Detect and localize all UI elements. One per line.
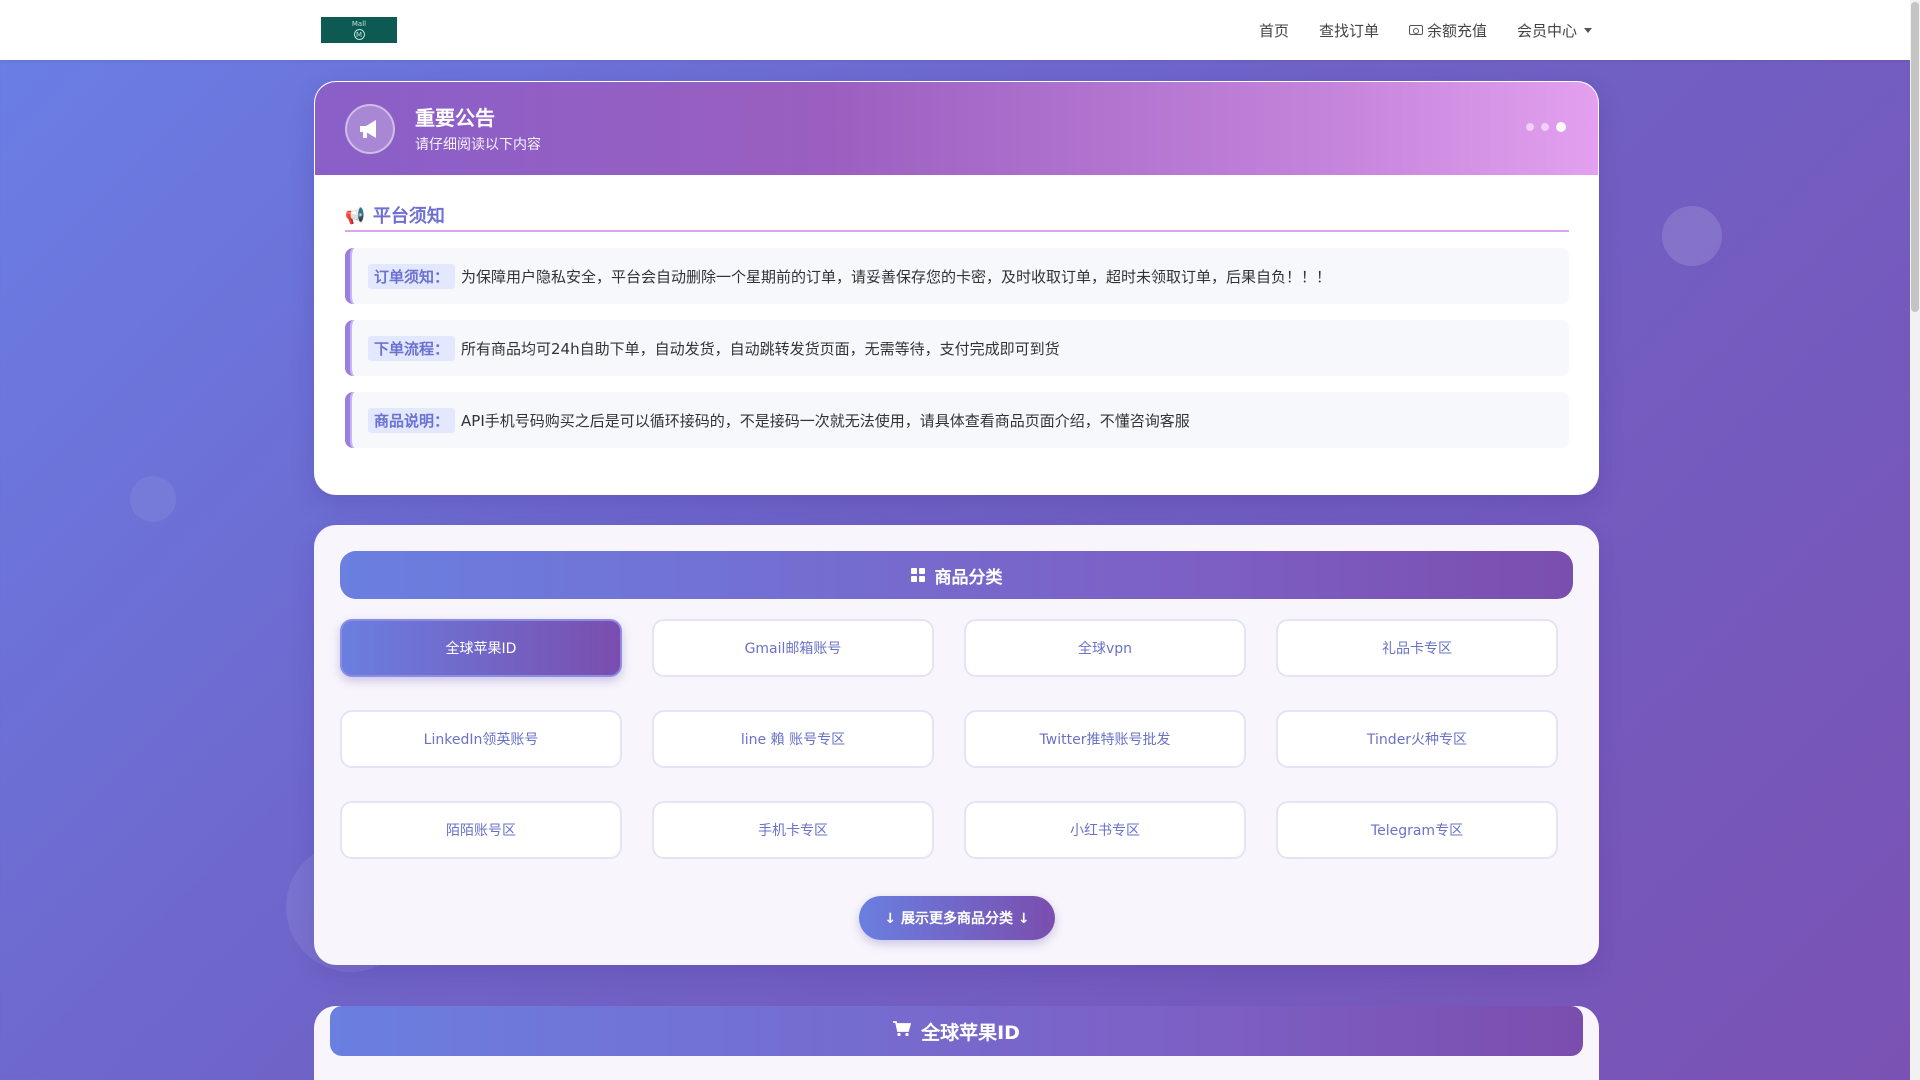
nav-link-label: 查找订单 [1318,21,1379,40]
header-dots [1526,122,1566,132]
decor-bubble [130,476,176,522]
bullhorn-icon [345,104,395,154]
notice-item-text: 所有商品均可24h自助下单，自动发货，自动跳转发货页面，无需等待，支付完成即可到… [461,339,1060,358]
cart-icon [893,1020,912,1042]
category-button-vpn[interactable]: 全球vpn [964,619,1246,677]
category-button-gmail[interactable]: Gmail邮箱账号 [652,619,934,677]
platform-notice-heading: 📢 平台须知 [345,200,1569,232]
category-header: 商品分类 [340,551,1573,599]
megaphone-icon: 📢 [345,205,365,225]
nav-member-center-dropdown[interactable]: 会员中心 [1517,20,1592,41]
dot [1556,122,1566,132]
wallet-icon [1408,25,1423,35]
show-more-categories-button[interactable]: ↓ 展示更多商品分类 ↓ [859,896,1055,940]
site-logo[interactable]: Mall M [321,17,397,43]
category-button-twitter[interactable]: Twitter推特账号批发 [964,710,1246,768]
notice-item-label: 下单流程： [368,335,456,361]
notice-item: 订单须知： 为保障用户隐私安全，平台会自动删除一个星期前的订单，请妥善保存您的卡… [345,248,1569,304]
nav-home-link[interactable]: 首页 [1259,20,1289,41]
category-button-line[interactable]: line 賴 账号专区 [652,710,934,768]
announcement-card: 重要公告 请仔细阅读以下内容 📢 平台须知 订单须知： 为保障用户隐私安全，平台… [314,81,1599,495]
page-scrollbar[interactable] [1910,0,1920,1080]
category-button-xiaohongshu[interactable]: 小红书专区 [964,801,1246,859]
grid-icon [910,568,925,582]
notice-item: 商品说明： API手机号码购买之后是可以循环接码的，不是接码一次就无法使用，请具… [345,392,1569,448]
nav-link-label: 会员中心 [1516,21,1577,40]
notice-item-text: 为保障用户隐私安全，平台会自动删除一个星期前的订单，请妥善保存您的卡密，及时收取… [461,267,1332,286]
nav-links: 首页 查找订单 余额充值 会员中心 [1259,0,1592,60]
announcement-subtitle: 请仔细阅读以下内容 [415,137,541,153]
category-button-telegram[interactable]: Telegram专区 [1276,801,1558,859]
category-button-gift-card[interactable]: 礼品卡专区 [1276,619,1558,677]
nav-recharge-link[interactable]: 余额充值 [1408,20,1487,41]
nav-link-label: 首页 [1258,21,1289,40]
navbar: Mall M 首页 查找订单 余额充值 会员中心 [0,0,1910,60]
dot [1526,123,1534,131]
notice-item: 下单流程： 所有商品均可24h自助下单，自动发货，自动跳转发货页面，无需等待，支… [345,320,1569,376]
decor-bubble [1662,206,1722,266]
category-button-apple-id[interactable]: 全球苹果ID [340,619,622,677]
nav-link-label: 余额充值 [1426,21,1487,40]
category-button-momo[interactable]: 陌陌账号区 [340,801,622,859]
section-title: 平台须知 [372,206,445,227]
product-section: 全球苹果ID [314,1006,1599,1080]
nav-find-order-link[interactable]: 查找订单 [1319,20,1379,41]
dot [1541,123,1549,131]
product-section-header: 全球苹果ID [330,1006,1583,1056]
category-button-tinder[interactable]: Tinder火种专区 [1276,710,1558,768]
logo-letter: M [353,29,365,40]
logo-text: Mall [351,20,367,28]
notice-item-text: API手机号码购买之后是可以循环接码的，不是接码一次就无法使用，请具体查看商品页… [461,411,1190,430]
category-button-sim-card[interactable]: 手机卡专区 [652,801,934,859]
notice-item-label: 商品说明： [368,407,456,433]
category-title: 商品分类 [934,567,1003,588]
scrollbar-thumb[interactable] [1911,2,1919,312]
chevron-down-icon [1584,27,1592,33]
announcement-title: 重要公告 [415,106,495,130]
category-card: 商品分类 全球苹果ID Gmail邮箱账号 全球vpn 礼品卡专区 Linked… [314,525,1599,965]
category-button-linkedin[interactable]: LinkedIn领英账号 [340,710,622,768]
notice-item-label: 订单须知： [368,263,456,289]
product-section-title: 全球苹果ID [921,1021,1020,1044]
announcement-header: 重要公告 请仔细阅读以下内容 [315,82,1598,175]
